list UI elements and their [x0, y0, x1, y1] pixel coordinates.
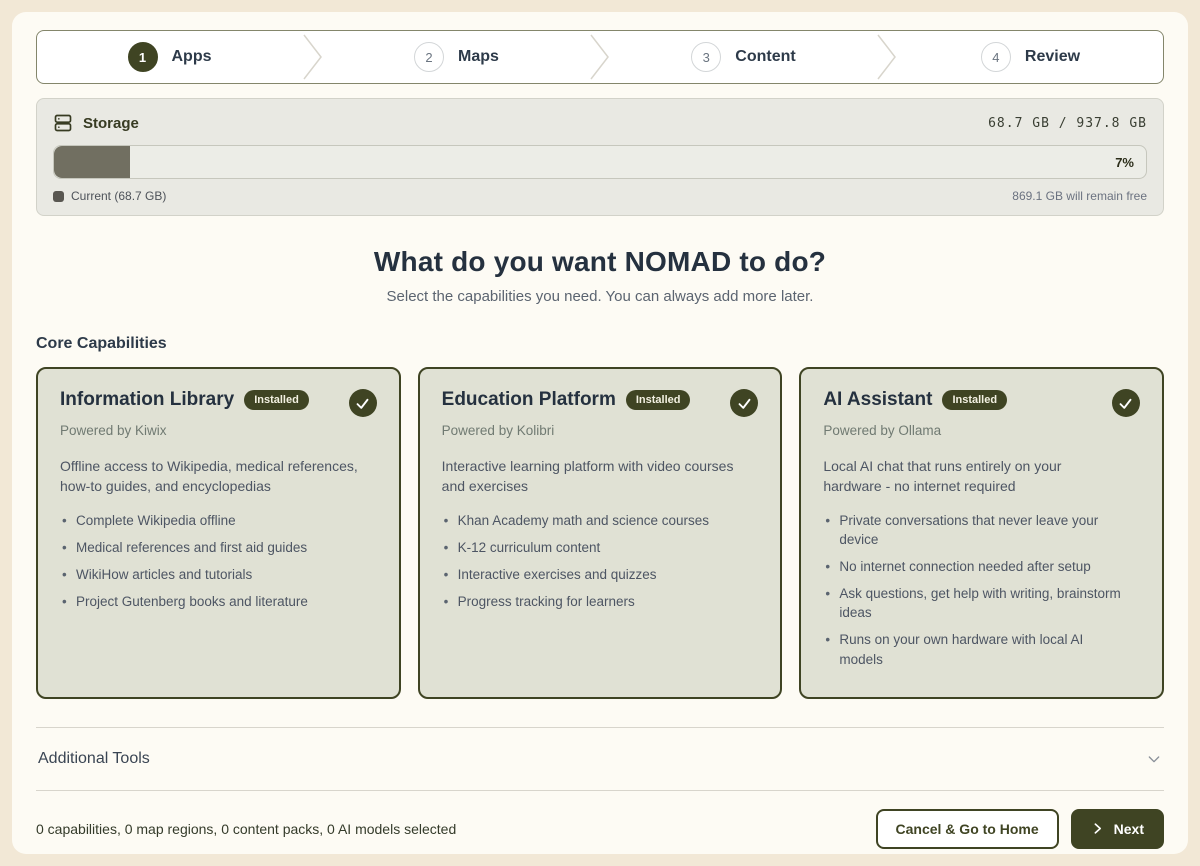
- card-description: Local AI chat that runs entirely on your…: [823, 456, 1123, 497]
- page-heading: What do you want NOMAD to do? Select the…: [36, 246, 1164, 305]
- step-review[interactable]: 4 Review: [898, 31, 1163, 83]
- card-feature-list: Khan Academy math and science courses K-…: [442, 511, 759, 612]
- setup-wizard-page: 1 Apps 2 Maps 3 Content 4 Review: [12, 12, 1188, 854]
- selected-check-icon[interactable]: [349, 389, 377, 417]
- step-separator-icon: [589, 31, 611, 83]
- card-description: Offline access to Wikipedia, medical ref…: [60, 456, 360, 497]
- next-button[interactable]: Next: [1071, 809, 1164, 849]
- step-label: Maps: [458, 48, 499, 66]
- page-title: What do you want NOMAD to do?: [36, 246, 1164, 278]
- step-apps[interactable]: 1 Apps: [37, 31, 302, 83]
- card-feature-list: Complete Wikipedia offline Medical refer…: [60, 511, 377, 612]
- card-title: Education Platform: [442, 389, 616, 411]
- step-label: Apps: [172, 48, 212, 66]
- feature-item: WikiHow articles and tutorials: [60, 565, 360, 584]
- feature-item: Ask questions, get help with writing, br…: [823, 584, 1123, 622]
- feature-item: Complete Wikipedia offline: [60, 511, 360, 530]
- feature-item: Khan Academy math and science courses: [442, 511, 742, 530]
- installed-badge: Installed: [244, 390, 309, 410]
- page-subtitle: Select the capabilities you need. You ca…: [36, 288, 1164, 305]
- feature-item: K-12 curriculum content: [442, 538, 742, 557]
- feature-item: Runs on your own hardware with local AI …: [823, 630, 1123, 668]
- card-education-platform[interactable]: Education Platform Installed Powered by …: [418, 367, 783, 699]
- card-title: Information Library: [60, 389, 234, 411]
- step-number-badge: 3: [691, 42, 721, 72]
- selected-check-icon[interactable]: [1112, 389, 1140, 417]
- powered-by-label: Powered by Kiwix: [60, 423, 377, 438]
- capability-cards: Information Library Installed Powered by…: [36, 367, 1164, 699]
- step-number-badge: 2: [414, 42, 444, 72]
- feature-item: Medical references and first aid guides: [60, 538, 360, 557]
- feature-item: Progress tracking for learners: [442, 592, 742, 611]
- legend-dot-icon: [53, 191, 64, 202]
- powered-by-label: Powered by Ollama: [823, 423, 1140, 438]
- step-label: Review: [1025, 48, 1080, 66]
- feature-item: No internet connection needed after setu…: [823, 557, 1123, 576]
- core-capabilities-heading: Core Capabilities: [36, 335, 1164, 353]
- storage-icon: [53, 113, 73, 133]
- step-label: Content: [735, 48, 795, 66]
- storage-legend-current: Current (68.7 GB): [53, 189, 166, 203]
- installed-badge: Installed: [626, 390, 691, 410]
- additional-tools-label: Additional Tools: [38, 750, 150, 768]
- additional-tools-toggle[interactable]: Additional Tools: [36, 728, 1164, 790]
- chevron-down-icon: [1146, 751, 1162, 767]
- step-separator-icon: [302, 31, 324, 83]
- next-button-label: Next: [1114, 821, 1144, 837]
- powered-by-label: Powered by Kolibri: [442, 423, 759, 438]
- storage-percent-label: 7%: [1115, 155, 1134, 170]
- storage-panel: Storage 68.7 GB / 937.8 GB 7% Current (6…: [36, 98, 1164, 216]
- card-ai-assistant[interactable]: AI Assistant Installed Powered by Ollama…: [799, 367, 1164, 699]
- card-feature-list: Private conversations that never leave y…: [823, 511, 1140, 669]
- cancel-button[interactable]: Cancel & Go to Home: [876, 809, 1059, 849]
- feature-item: Private conversations that never leave y…: [823, 511, 1123, 549]
- step-number-badge: 4: [981, 42, 1011, 72]
- card-description: Interactive learning platform with video…: [442, 456, 742, 497]
- storage-progress-bar: 7%: [53, 145, 1147, 179]
- selection-summary: 0 capabilities, 0 map regions, 0 content…: [36, 821, 456, 837]
- feature-item: Project Gutenberg books and literature: [60, 592, 360, 611]
- step-separator-icon: [876, 31, 898, 83]
- storage-usage-value: 68.7 GB / 937.8 GB: [988, 116, 1147, 131]
- storage-progress-fill: [54, 146, 130, 178]
- selected-check-icon[interactable]: [730, 389, 758, 417]
- feature-item: Interactive exercises and quizzes: [442, 565, 742, 584]
- storage-remaining-label: 869.1 GB will remain free: [1012, 189, 1147, 203]
- card-title: AI Assistant: [823, 389, 932, 411]
- storage-title: Storage: [83, 115, 139, 132]
- wizard-footer: 0 capabilities, 0 map regions, 0 content…: [36, 791, 1164, 854]
- step-number-badge: 1: [128, 42, 158, 72]
- step-content[interactable]: 3 Content: [611, 31, 876, 83]
- step-maps[interactable]: 2 Maps: [324, 31, 589, 83]
- card-information-library[interactable]: Information Library Installed Powered by…: [36, 367, 401, 699]
- chevron-right-icon: [1091, 822, 1104, 835]
- wizard-stepper: 1 Apps 2 Maps 3 Content 4 Review: [36, 30, 1164, 84]
- installed-badge: Installed: [942, 390, 1007, 410]
